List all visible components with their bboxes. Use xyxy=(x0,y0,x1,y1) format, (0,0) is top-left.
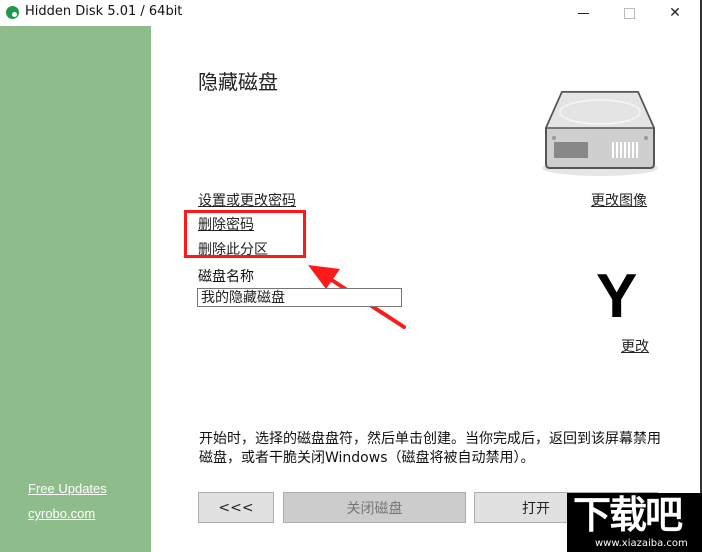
change-letter-link[interactable]: 更改 xyxy=(621,336,649,356)
app-window: Hidden Disk 5.01 / 64bit ✕ Free Updates … xyxy=(0,0,702,552)
change-image-link[interactable]: 更改图像 xyxy=(591,190,647,210)
back-button[interactable]: <<< xyxy=(198,492,274,523)
disk-name-label: 磁盘名称 xyxy=(198,269,254,285)
watermark-title: 下载吧 xyxy=(573,493,683,537)
title-bar: Hidden Disk 5.01 / 64bit ✕ xyxy=(0,0,700,26)
watermark-logo: 下载吧 www.xiazaiba.com xyxy=(567,493,702,552)
instructions-text: 开始时，选择的磁盘盘符，然后单击创建。当你完成后，返回到该屏幕禁用磁盘，或者干脆… xyxy=(199,431,661,466)
close-icon: ✕ xyxy=(669,5,681,21)
open-button-label: 打开 xyxy=(522,500,550,517)
close-button[interactable]: ✕ xyxy=(652,0,698,26)
free-updates-link[interactable]: Free Updates xyxy=(28,481,107,496)
hard-drive-icon[interactable] xyxy=(540,80,660,180)
maximize-icon xyxy=(623,7,635,19)
minimize-icon xyxy=(577,12,589,14)
close-disk-button[interactable]: 关闭磁盘 xyxy=(283,492,466,523)
drive-letter: Y xyxy=(596,262,638,331)
maximize-button[interactable] xyxy=(606,0,652,26)
page-title: 隐藏磁盘 xyxy=(198,70,278,94)
set-password-link[interactable]: 设置或更改密码 xyxy=(198,190,296,210)
watermark-url: www.xiazaiba.com xyxy=(595,538,688,549)
minimize-button[interactable] xyxy=(560,0,606,26)
annotation-highlight-box xyxy=(184,210,306,258)
sidebar: Free Updates cyrobo.com xyxy=(0,26,151,552)
window-title: Hidden Disk 5.01 / 64bit xyxy=(25,4,183,19)
disk-name-input[interactable]: 我的隐藏磁盘 xyxy=(197,288,402,307)
app-icon xyxy=(6,6,19,19)
cyrobo-link[interactable]: cyrobo.com xyxy=(28,506,95,521)
